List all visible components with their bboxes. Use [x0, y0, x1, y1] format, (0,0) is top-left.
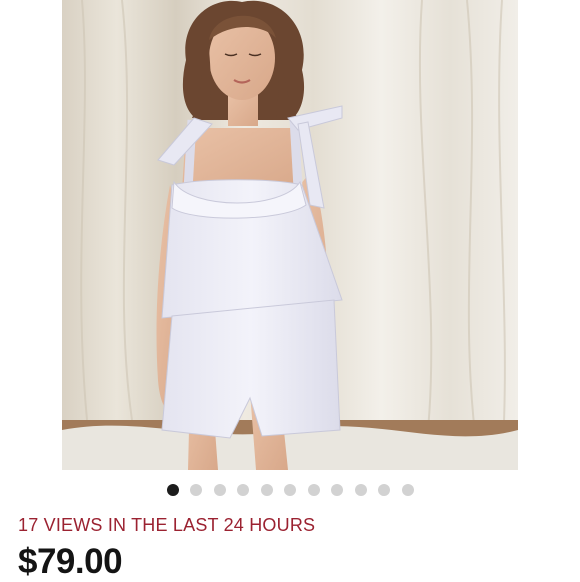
carousel-dot[interactable] [166, 484, 179, 496]
product-photo-illustration [62, 0, 518, 470]
carousel-dot[interactable] [354, 484, 367, 496]
carousel-dot[interactable] [307, 484, 320, 496]
carousel-dot[interactable] [284, 484, 296, 496]
carousel-dot[interactable] [237, 484, 249, 496]
views-count-label: 17 VIEWS IN THE LAST 24 HOURS [18, 515, 316, 535]
carousel-dot[interactable] [190, 484, 202, 496]
carousel-dot[interactable] [213, 484, 226, 496]
product-image[interactable] [62, 0, 518, 470]
price-label: $79.00 [18, 542, 123, 581]
carousel-dot[interactable] [378, 484, 390, 496]
image-carousel-indicators [0, 483, 580, 497]
carousel-dot[interactable] [331, 484, 343, 496]
carousel-dot[interactable] [401, 484, 414, 496]
carousel-dot[interactable] [260, 484, 273, 496]
